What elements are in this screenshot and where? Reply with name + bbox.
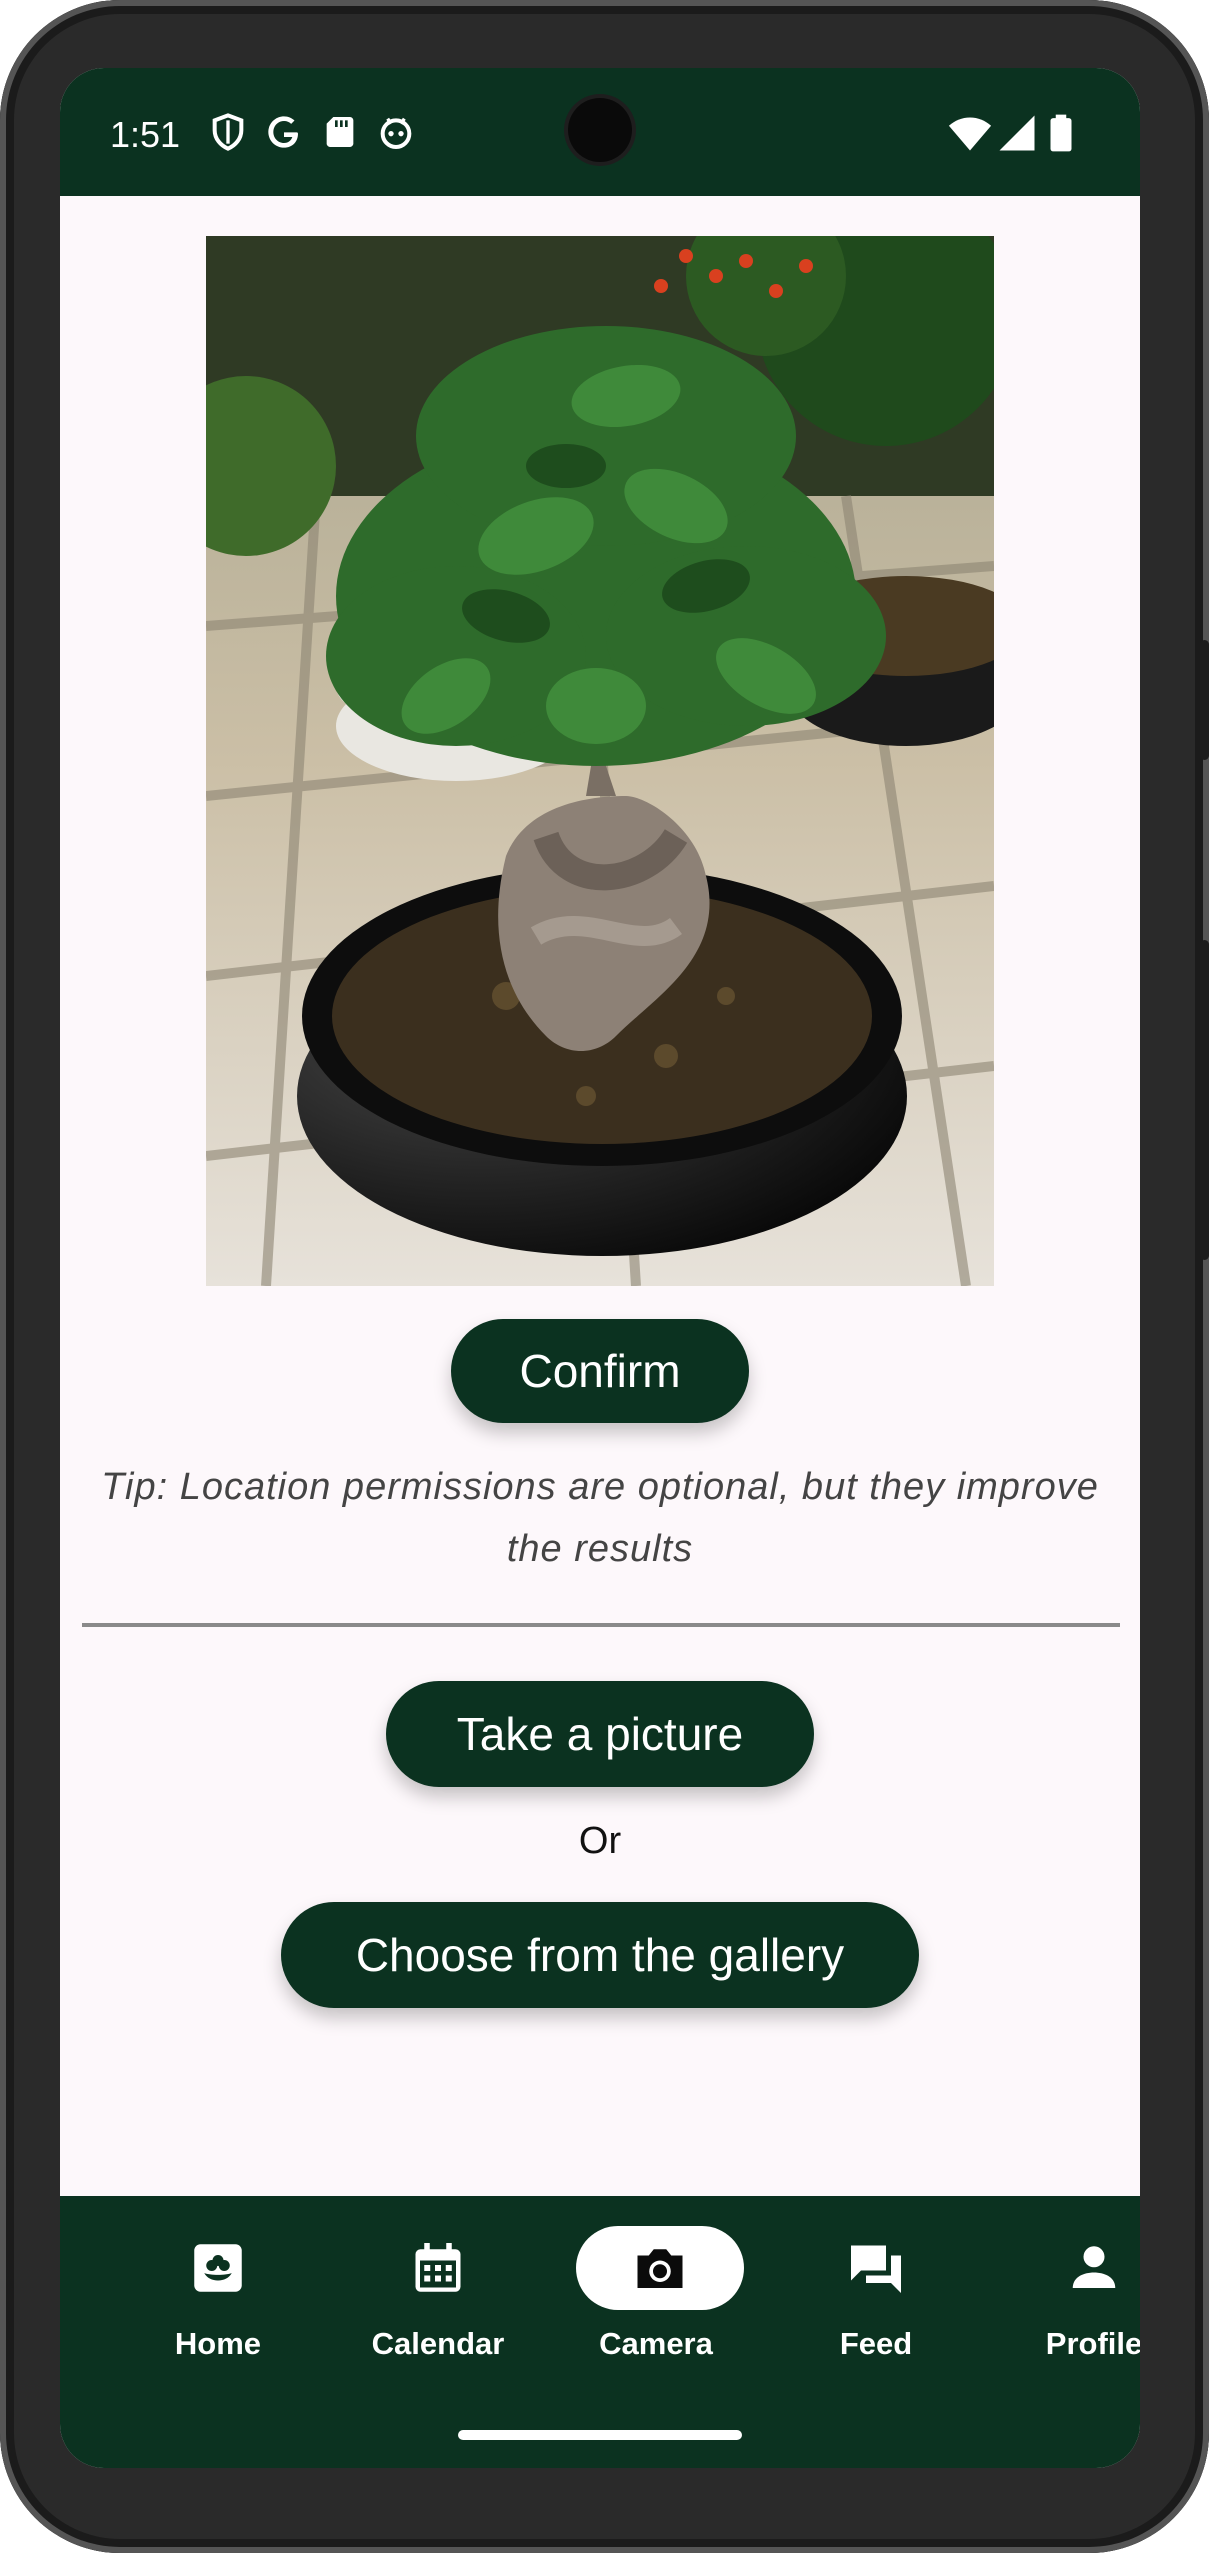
sd-card-icon [326, 117, 354, 147]
location-tip: Tip: Location permissions are optional, … [101, 1466, 1099, 1570]
confirm-button[interactable]: Confirm [451, 1319, 749, 1423]
phone-frame: 1:51 Confirm Tip: Location permissions a… [0, 0, 1209, 2553]
shield-icon [212, 113, 244, 151]
plant-photo [206, 236, 994, 1286]
take-picture-button[interactable]: Take a picture [386, 1681, 814, 1787]
nav-label-profile: Profile [1045, 2326, 1140, 2361]
divider [82, 1623, 1120, 1627]
nav-item-feed[interactable]: Feed [788, 2226, 988, 2386]
bottom-navigation: Home Calendar Camera Feed Profile [60, 2196, 1140, 2468]
nav-item-camera[interactable]: Camera [568, 2226, 768, 2386]
person-icon [1072, 2246, 1116, 2288]
calendar-icon [415, 2243, 461, 2292]
nav-item-home[interactable]: Home [130, 2226, 330, 2386]
wifi-icon [948, 117, 992, 151]
nav-item-calendar[interactable]: Calendar [350, 2226, 550, 2386]
front-camera [568, 98, 632, 162]
battery-icon [1050, 114, 1072, 152]
nav-label-home: Home [174, 2326, 262, 2361]
signal-icon [999, 115, 1035, 151]
status-time: 1:51 [110, 114, 181, 155]
nav-item-profile[interactable]: Profile [1006, 2226, 1140, 2386]
gesture-home-indicator[interactable] [458, 2430, 742, 2440]
chat-icon [851, 2245, 901, 2293]
nav-label-camera: Camera [599, 2326, 713, 2361]
nav-label-calendar: Calendar [371, 2326, 505, 2361]
status-bar: 1:51 [60, 68, 1140, 196]
power-button [1200, 640, 1209, 760]
choose-gallery-button[interactable]: Choose from the gallery [281, 1902, 919, 2008]
nav-label-feed: Feed [839, 2326, 913, 2361]
home-plant-icon [194, 2244, 242, 2292]
volume-button [1200, 940, 1209, 1260]
app-screen: 1:51 Confirm Tip: Location permissions a… [60, 68, 1140, 2468]
bonsai-plant-photo [206, 236, 994, 1286]
camera-icon [637, 2249, 683, 2288]
or-label: Or [578, 1820, 622, 1862]
google-icon [268, 116, 298, 148]
android-debug-icon [380, 117, 412, 149]
